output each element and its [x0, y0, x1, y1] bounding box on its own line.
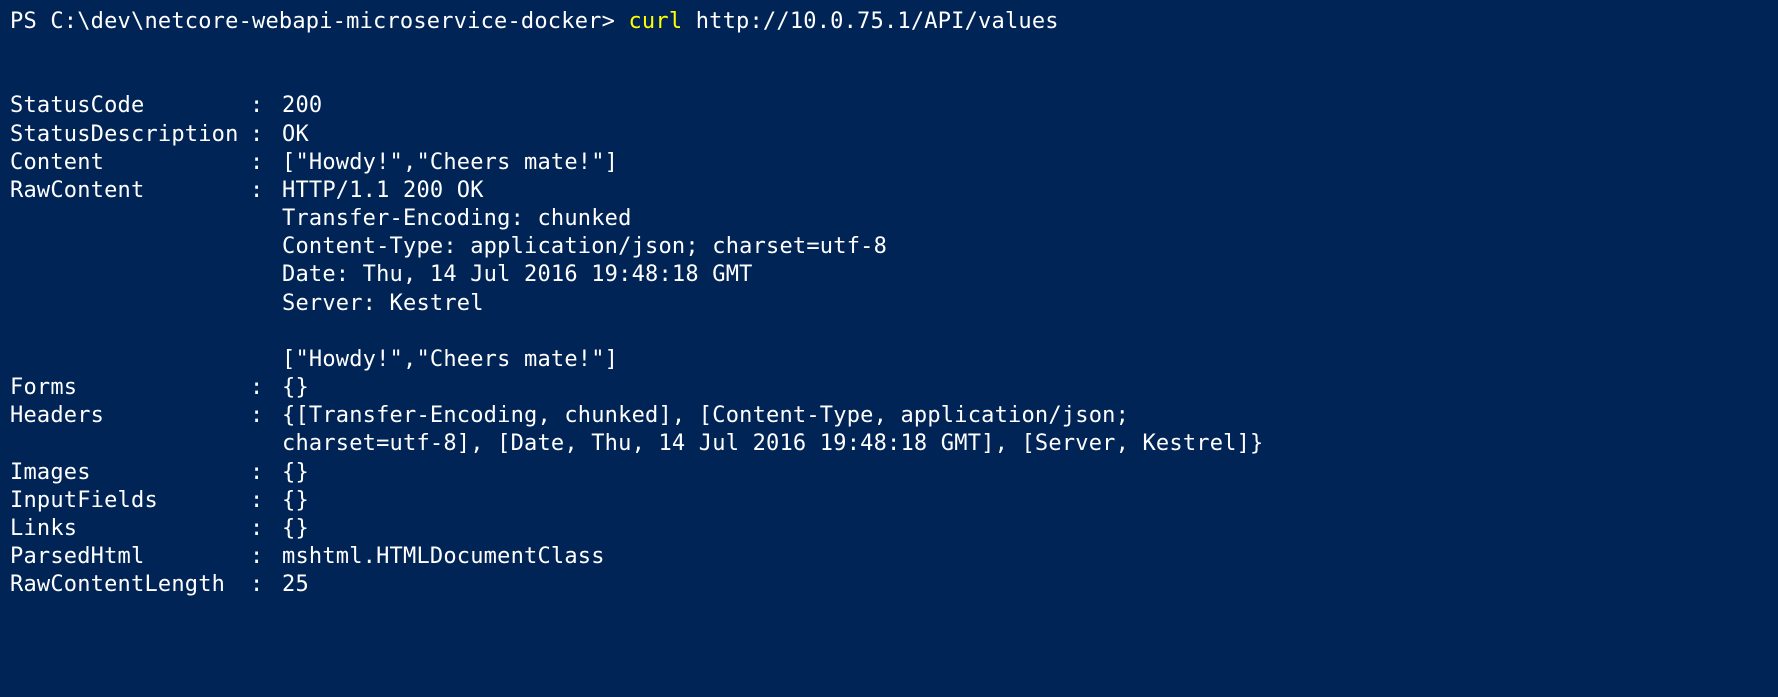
label-rawcontentlength: RawContentLength — [10, 571, 250, 599]
blank-line — [10, 36, 1768, 64]
output-row-content: Content: ["Howdy!","Cheers mate!"] — [10, 149, 1768, 177]
value-forms: {} — [282, 374, 1768, 402]
blank-line — [10, 318, 1768, 346]
command-args: http://10.0.75.1/API/values — [682, 9, 1058, 34]
value-rawcontent-2: Transfer-Encoding: chunked — [10, 205, 1768, 233]
output-row-forms: Forms: {} — [10, 374, 1768, 402]
value-rawcontent-6: ["Howdy!","Cheers mate!"] — [10, 346, 1768, 374]
value-inputfields: {} — [282, 487, 1768, 515]
value-headers-2: charset=utf-8], [Date, Thu, 14 Jul 2016 … — [10, 430, 1768, 458]
value-rawcontent-4: Date: Thu, 14 Jul 2016 19:48:18 GMT — [10, 261, 1768, 289]
prompt-prefix: PS C:\dev\netcore-webapi-microservice-do… — [10, 9, 628, 34]
output-row-inputfields: InputFields: {} — [10, 487, 1768, 515]
label-content: Content — [10, 149, 250, 177]
value-links: {} — [282, 515, 1768, 543]
colon: : — [250, 177, 282, 205]
label-parsedhtml: ParsedHtml — [10, 543, 250, 571]
value-rawcontentlength: 25 — [282, 571, 1768, 599]
value-images: {} — [282, 459, 1768, 487]
output-row-statusdescription: StatusDescription: OK — [10, 121, 1768, 149]
value-parsedhtml: mshtml.HTMLDocumentClass — [282, 543, 1768, 571]
colon: : — [250, 92, 282, 120]
label-forms: Forms — [10, 374, 250, 402]
value-rawcontent-5: Server: Kestrel — [10, 290, 1768, 318]
output-row-headers: Headers: {[Transfer-Encoding, chunked], … — [10, 402, 1768, 430]
label-inputfields: InputFields — [10, 487, 250, 515]
prompt-line[interactable]: PS C:\dev\netcore-webapi-microservice-do… — [10, 8, 1768, 36]
output-row-rawcontent: RawContent: HTTP/1.1 200 OK — [10, 177, 1768, 205]
output-row-parsedhtml: ParsedHtml: mshtml.HTMLDocumentClass — [10, 543, 1768, 571]
value-content: ["Howdy!","Cheers mate!"] — [282, 149, 1768, 177]
colon: : — [250, 121, 282, 149]
colon: : — [250, 571, 282, 599]
label-statusdescription: StatusDescription — [10, 121, 250, 149]
colon: : — [250, 487, 282, 515]
label-headers: Headers — [10, 402, 250, 430]
output-row-rawcontentlength: RawContentLength: 25 — [10, 571, 1768, 599]
label-rawcontent: RawContent — [10, 177, 250, 205]
output-row-statuscode: StatusCode: 200 — [10, 92, 1768, 120]
command-name: curl — [628, 9, 682, 34]
output-row-links: Links: {} — [10, 515, 1768, 543]
blank-line — [10, 64, 1768, 92]
value-statusdescription: OK — [282, 121, 1768, 149]
value-statuscode: 200 — [282, 92, 1768, 120]
label-links: Links — [10, 515, 250, 543]
value-rawcontent-3: Content-Type: application/json; charset=… — [10, 233, 1768, 261]
colon: : — [250, 543, 282, 571]
colon: : — [250, 459, 282, 487]
output-row-images: Images: {} — [10, 459, 1768, 487]
colon: : — [250, 402, 282, 430]
colon: : — [250, 149, 282, 177]
label-statuscode: StatusCode — [10, 92, 250, 120]
label-images: Images — [10, 459, 250, 487]
colon: : — [250, 374, 282, 402]
colon: : — [250, 515, 282, 543]
value-headers-1: {[Transfer-Encoding, chunked], [Content-… — [282, 402, 1768, 430]
value-rawcontent-1: HTTP/1.1 200 OK — [282, 177, 1768, 205]
